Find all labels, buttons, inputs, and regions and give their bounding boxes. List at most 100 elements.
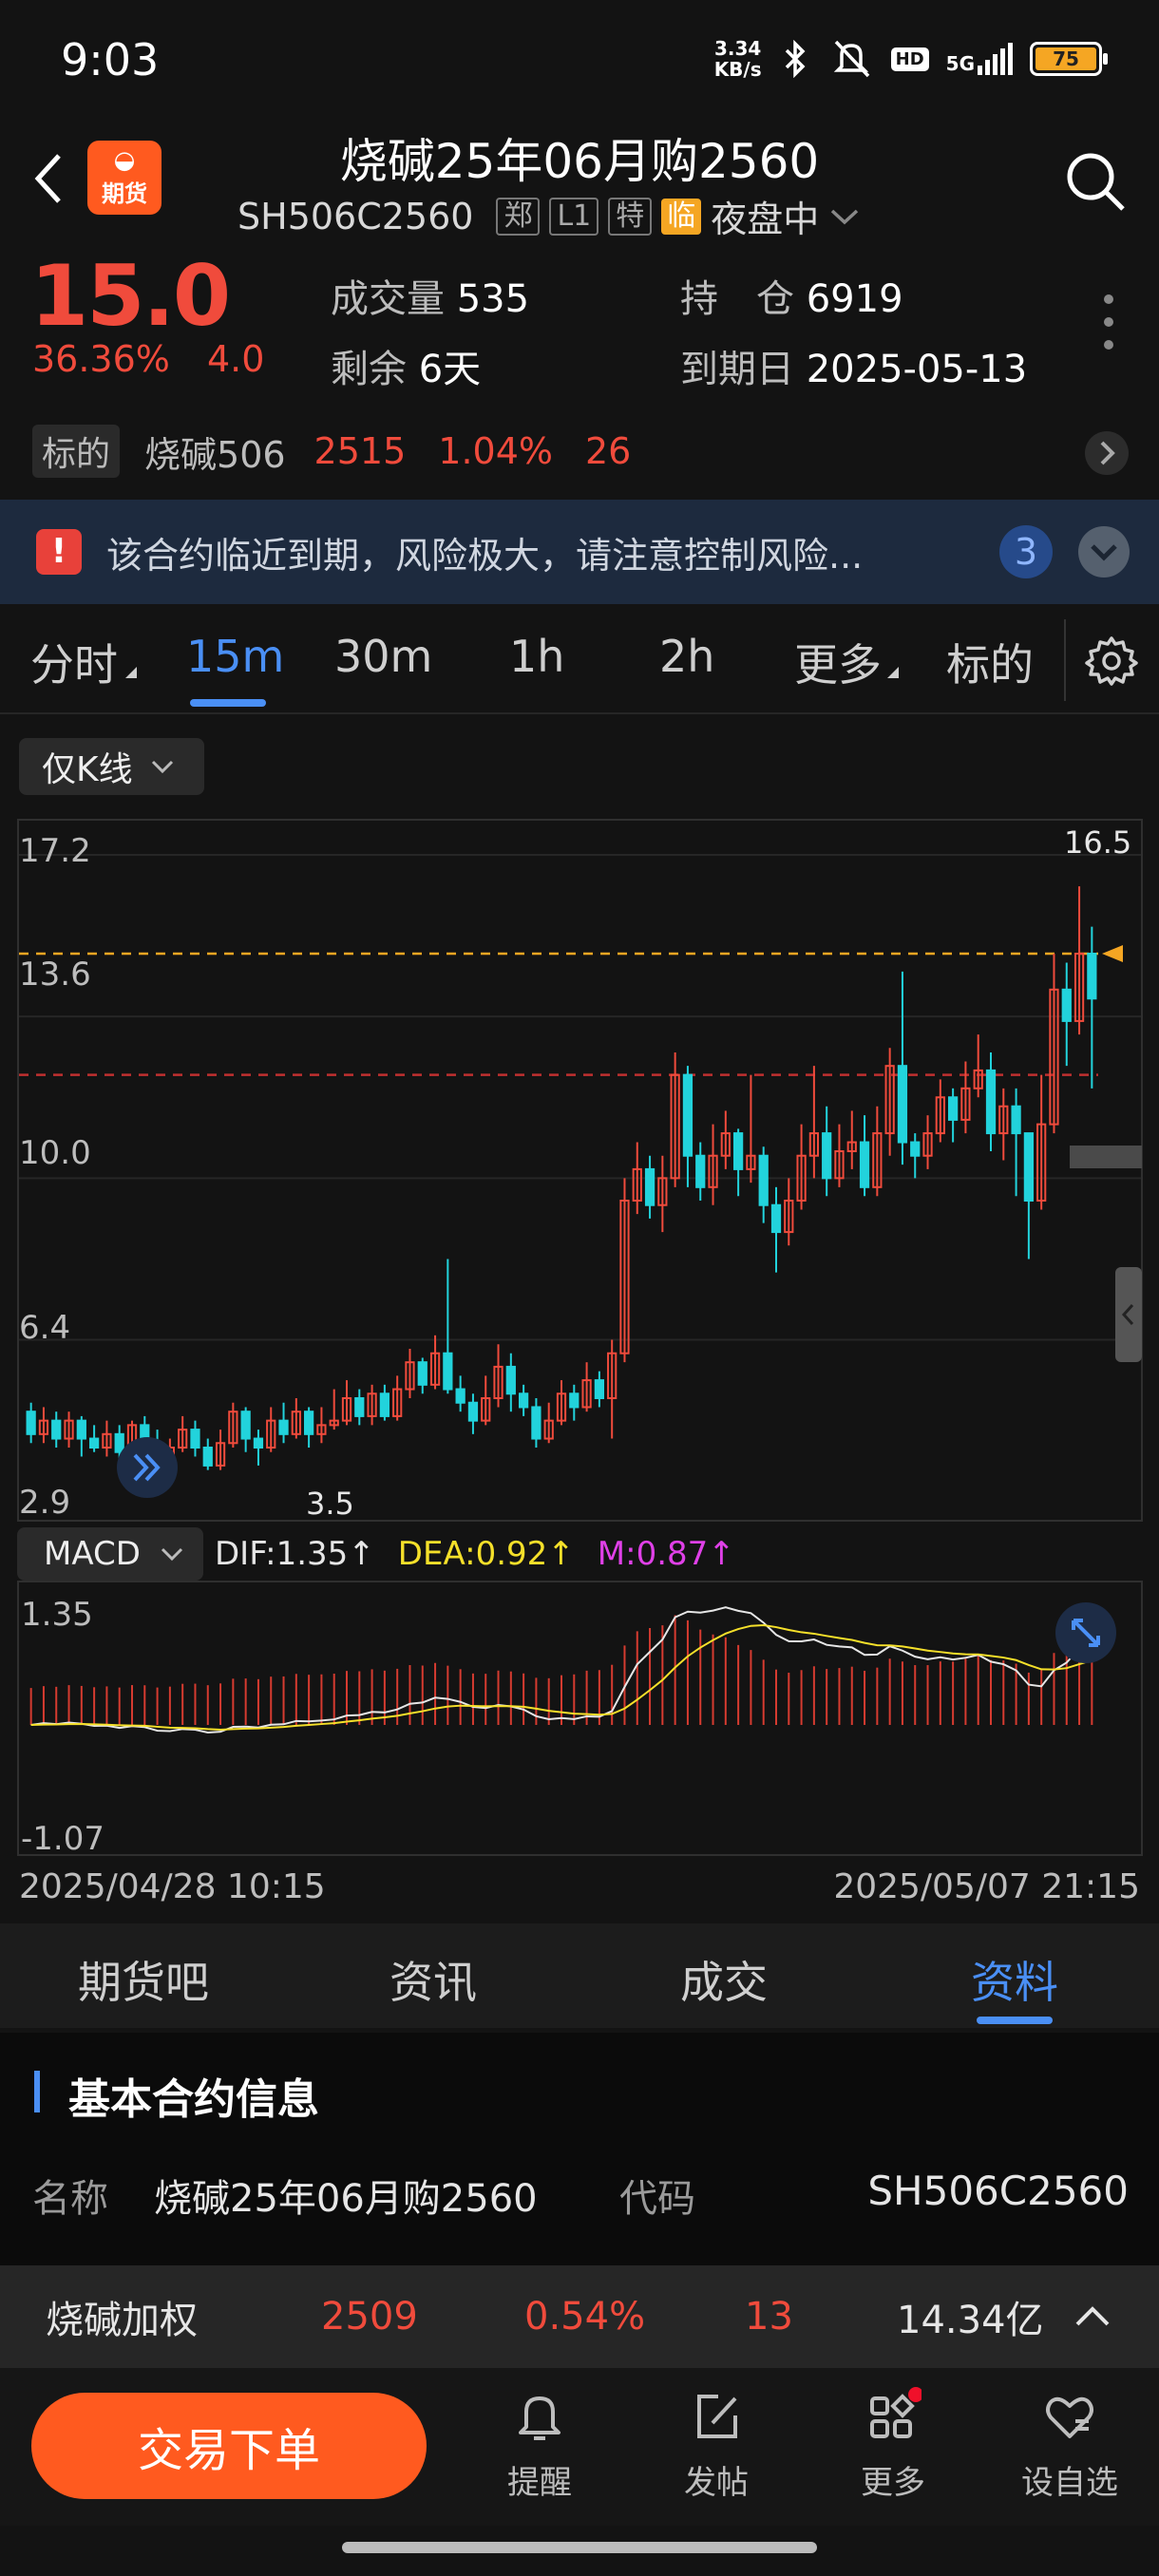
mute-bell-icon: [833, 40, 869, 78]
candlestick-svg: [19, 854, 1141, 1470]
y-tick-2: 13.6: [19, 956, 91, 994]
indicator-select[interactable]: MACD: [17, 1527, 203, 1581]
warning-icon: !: [36, 529, 82, 575]
y-tick-3: 10.0: [19, 1134, 91, 1172]
double-chevron-right-icon[interactable]: [116, 1436, 179, 1499]
candle-body: [732, 1132, 744, 1170]
name-value: 烧碱25年06月购2560: [154, 2177, 538, 2221]
change-value: 4.0: [207, 338, 265, 380]
tab-15m[interactable]: 15m: [186, 631, 284, 682]
underlying-price: 2515: [314, 430, 407, 472]
expand-icon[interactable]: [1054, 1601, 1117, 1664]
last-price-marker: [1102, 945, 1123, 962]
macd-chart[interactable]: 1.35 -1.07: [17, 1581, 1143, 1858]
remaining-row: 剩余 6天: [331, 348, 482, 391]
tab-30m[interactable]: 30m: [334, 631, 432, 682]
kline-mode-select[interactable]: 仅K线: [19, 738, 204, 795]
candle-body: [985, 1069, 997, 1135]
bell-icon: [519, 2396, 560, 2440]
candle-body: [26, 1411, 36, 1435]
app-header: ◒ 期货 烧碱25年06月购2560 SH506C2560 郑 L1 特 临 夜…: [0, 123, 1159, 247]
code-value: SH506C2560: [867, 2168, 1129, 2214]
candle-body: [51, 1419, 62, 1440]
candle-body: [443, 1352, 453, 1391]
candle-body: [190, 1429, 200, 1449]
ticker-change: 13: [745, 2295, 793, 2339]
search-icon[interactable]: [1062, 148, 1129, 215]
candlestick-chart[interactable]: 17.2 13.6 10.0 6.4 2.9 16.5 3.5: [17, 819, 1143, 1522]
candle-body: [88, 1437, 100, 1449]
tab-2h[interactable]: 2h: [659, 631, 714, 682]
candle-body: [822, 1132, 832, 1180]
tab-1h[interactable]: 1h: [509, 631, 564, 682]
tab-intraday[interactable]: 分时: [30, 631, 118, 693]
macd-indicator-bar: MACD DIF:1.35 ↑ DEA:0.92 ↑ M:0.87 ↑: [17, 1527, 1143, 1581]
dea-up-arrow-icon: ↑: [547, 1535, 575, 1573]
status-time: 9:03: [61, 34, 160, 85]
candle-body: [455, 1388, 466, 1404]
tab-underlying[interactable]: 标的: [946, 631, 1034, 693]
tab-trades[interactable]: 成交: [680, 1948, 768, 2011]
nav-post[interactable]: 发帖: [650, 2387, 783, 2503]
candle-body: [594, 1379, 605, 1399]
candle-body: [76, 1419, 86, 1440]
expiry-row: 到期日 2025-05-13: [680, 348, 1028, 391]
m-up-arrow-icon: ↑: [708, 1535, 735, 1573]
tab-active-indicator: [190, 699, 266, 707]
nav-more[interactable]: 更多: [826, 2387, 960, 2503]
chevron-right-icon[interactable]: [1083, 429, 1130, 477]
candle-body: [518, 1392, 529, 1409]
candle-body: [859, 1141, 870, 1188]
status-bar: 9:03 3.34 KB/s HD 5G 75: [0, 0, 1159, 123]
alert-text: 该合约临近到期，风险极大，请注意控制风险...: [106, 534, 864, 577]
dif-value: DIF:1.35: [215, 1535, 349, 1573]
session-status[interactable]: 夜盘中: [711, 190, 819, 242]
risk-alert-banner[interactable]: ! 该合约临近到期，风险极大，请注意控制风险... 3: [0, 500, 1159, 604]
candle-body: [354, 1397, 365, 1417]
candle-body: [303, 1411, 314, 1435]
volume-row: 成交量 535: [331, 277, 530, 321]
name-label: 名称: [32, 2177, 108, 2221]
max-price-label: 16.5: [1064, 824, 1132, 861]
chart-scroll-handle[interactable]: [1115, 1267, 1142, 1362]
bottom-tab-indicator: [977, 2017, 1053, 2024]
chevron-left-icon: [1121, 1303, 1134, 1326]
chevron-down-circle-icon[interactable]: [1077, 525, 1130, 578]
contract-subline: SH506C2560 郑 L1 特 临 夜盘中: [238, 190, 861, 242]
exchange-tag: 郑: [496, 197, 541, 236]
home-indicator[interactable]: [342, 2542, 817, 2553]
nav-reminder[interactable]: 提醒: [473, 2387, 606, 2503]
candle-body: [947, 1096, 959, 1121]
m-value: M:0.87: [597, 1535, 709, 1573]
y-tick-4: 6.4: [19, 1309, 71, 1347]
ticker-pct: 0.54%: [524, 2295, 646, 2339]
candle-body: [467, 1401, 479, 1422]
candle-body: [758, 1154, 769, 1206]
nav-watchlist[interactable]: 设自选: [1003, 2387, 1136, 2503]
candle-body: [682, 1073, 694, 1157]
settings-gear-icon[interactable]: [1085, 635, 1138, 688]
candle-body: [569, 1392, 580, 1409]
last-price: 15.0: [30, 247, 231, 345]
tab-news[interactable]: 资讯: [390, 1948, 477, 2011]
contract-info-section: 基本合约信息 名称 烧碱25年06月购2560 代码 SH506C2560: [0, 2033, 1159, 2270]
weighted-index-ticker[interactable]: 烧碱加权 2509 0.54% 13 14.34亿: [0, 2265, 1159, 2368]
more-vertical-icon[interactable]: [1104, 294, 1113, 350]
level-tag: L1: [549, 197, 599, 236]
code-label: 代码: [619, 2177, 695, 2221]
tab-profile[interactable]: 资料: [971, 1948, 1058, 2011]
underlying-name: 烧碱506: [144, 433, 286, 476]
chevron-down-icon: [161, 1547, 182, 1562]
chevron-down-icon[interactable]: [828, 205, 861, 228]
underlying-row[interactable]: 标的 烧碱506 2515 1.04% 26: [0, 408, 1159, 494]
underlying-pct: 1.04%: [438, 430, 553, 472]
contract-code: SH506C2560: [238, 195, 474, 237]
candle-body: [695, 1154, 706, 1188]
tab-forum[interactable]: 期货吧: [78, 1948, 209, 2011]
chart-date-range: 2025/04/28 10:15 2025/05/07 21:15: [19, 1867, 1140, 1906]
candle-body: [240, 1411, 251, 1440]
tab-more[interactable]: 更多: [794, 631, 882, 693]
trade-order-button[interactable]: 交易下单: [31, 2393, 427, 2499]
candle-body: [1061, 988, 1072, 1022]
chevron-up-icon[interactable]: [1072, 2301, 1113, 2330]
